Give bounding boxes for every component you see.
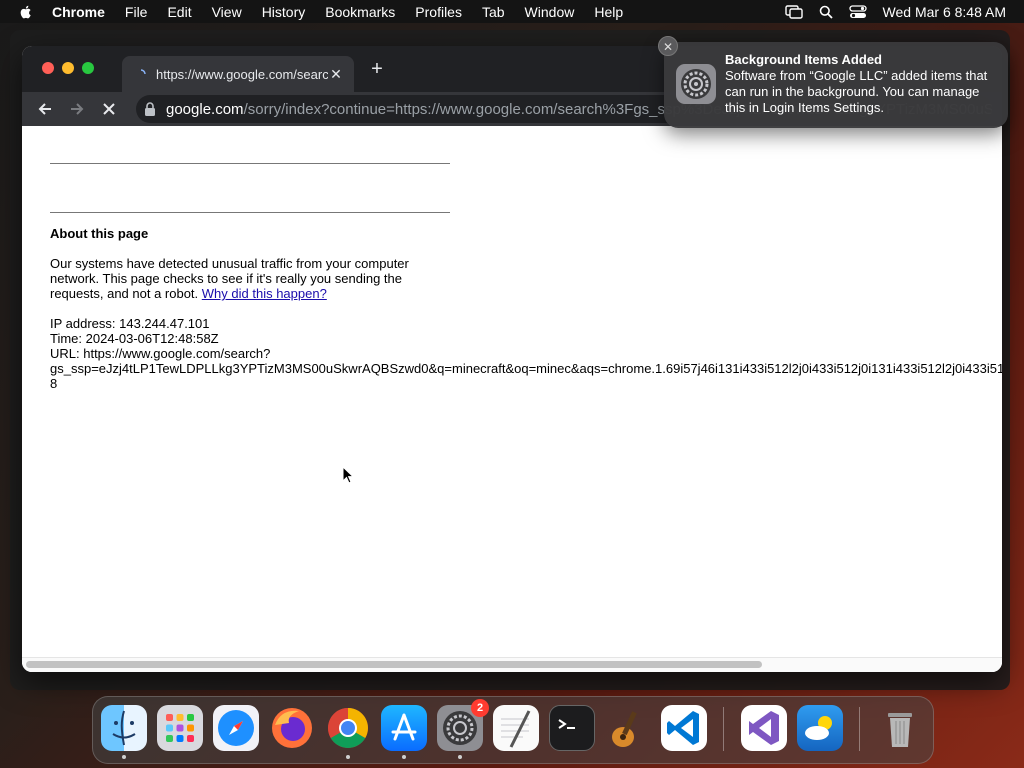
tab-close-icon[interactable]: ✕ xyxy=(328,66,344,82)
system-settings-icon[interactable]: 2 xyxy=(437,699,489,751)
finder-icon[interactable] xyxy=(101,705,147,751)
menu-edit[interactable]: Edit xyxy=(167,4,191,20)
notification-title: Background Items Added xyxy=(725,52,882,67)
menu-app-name[interactable]: Chrome xyxy=(52,4,105,20)
control-center-icon[interactable] xyxy=(848,4,867,19)
vscode-icon[interactable] xyxy=(661,705,707,751)
tab-title: https://www.google.com/search?gs_ssp= xyxy=(156,66,328,82)
trash-icon[interactable] xyxy=(877,705,923,751)
about-heading: About this page xyxy=(50,226,149,241)
running-indicator xyxy=(346,755,350,759)
notification-badge: 2 xyxy=(471,699,489,717)
window-zoom-button[interactable] xyxy=(82,62,94,74)
visual-studio-icon[interactable] xyxy=(741,705,787,751)
running-indicator xyxy=(402,755,406,759)
apple-logo-icon[interactable] xyxy=(18,4,34,20)
lock-icon[interactable] xyxy=(144,102,156,116)
menu-view[interactable]: View xyxy=(212,4,242,20)
weather-icon[interactable] xyxy=(797,705,843,751)
menu-tab[interactable]: Tab xyxy=(482,4,505,20)
notification-close-icon[interactable]: ✕ xyxy=(658,36,678,56)
stop-loading-icon[interactable] xyxy=(98,98,120,120)
menu-file[interactable]: File xyxy=(125,4,148,20)
url-host: google.com xyxy=(166,100,244,118)
forward-arrow-icon[interactable] xyxy=(66,98,88,120)
url-query: gs_ssp=eJzj4tLP1TewLDPLLkg3YPTizM3MS00uS… xyxy=(50,361,1002,376)
about-paragraph: Our systems have detected unusual traffi… xyxy=(50,256,420,301)
divider xyxy=(50,163,450,164)
notification-body: Software from “Google LLC” added items t… xyxy=(725,68,988,115)
menu-help[interactable]: Help xyxy=(594,4,623,20)
window-minimize-button[interactable] xyxy=(62,62,74,74)
tab-google-search[interactable]: https://www.google.com/search?gs_ssp= ✕ xyxy=(122,56,354,92)
dock-separator xyxy=(723,707,724,751)
loading-spinner-icon xyxy=(140,69,146,75)
menu-clock[interactable]: Wed Mar 6 8:48 AM xyxy=(883,4,1006,20)
menu-window[interactable]: Window xyxy=(525,4,575,20)
menu-history[interactable]: History xyxy=(262,4,306,20)
terminal-icon[interactable] xyxy=(549,705,595,751)
safari-icon[interactable] xyxy=(213,705,259,751)
about-section: About this page Our systems have detecte… xyxy=(50,226,1002,391)
web-page: About this page Our systems have detecte… xyxy=(22,126,1002,672)
menu-bookmarks[interactable]: Bookmarks xyxy=(325,4,395,20)
menu-bar: Chrome File Edit View History Bookmarks … xyxy=(0,0,1024,23)
textedit-icon[interactable] xyxy=(493,705,539,751)
why-did-this-happen-link[interactable]: Why did this happen? xyxy=(202,286,327,301)
menu-profiles[interactable]: Profiles xyxy=(415,4,462,20)
screen-mirroring-icon[interactable] xyxy=(784,4,803,19)
back-arrow-icon[interactable] xyxy=(34,98,56,120)
running-indicator xyxy=(458,755,462,759)
app-store-icon[interactable] xyxy=(381,705,427,751)
window-close-button[interactable] xyxy=(42,62,54,74)
chrome-icon[interactable] xyxy=(325,705,371,751)
dock-separator xyxy=(859,707,860,751)
spotlight-search-icon[interactable] xyxy=(819,5,833,19)
horizontal-scrollbar[interactable] xyxy=(22,657,1002,672)
url-tail: 8 xyxy=(50,376,58,391)
system-settings-icon xyxy=(676,64,716,104)
scrollbar-thumb[interactable] xyxy=(26,661,762,668)
mouse-cursor-icon xyxy=(342,466,354,484)
running-indicator xyxy=(122,755,126,759)
dock: 2 xyxy=(92,696,934,764)
new-tab-button[interactable]: + xyxy=(368,59,386,79)
ip-address: IP address: 143.244.47.101 xyxy=(50,316,210,331)
background-items-notification[interactable]: Background Items Added Software from “Go… xyxy=(664,42,1008,128)
divider xyxy=(50,212,450,213)
url-label: URL: https://www.google.com/search? xyxy=(50,346,271,361)
garageband-icon[interactable] xyxy=(605,705,651,751)
firefox-icon[interactable] xyxy=(269,705,315,751)
timestamp: Time: 2024-03-06T12:48:58Z xyxy=(50,331,219,346)
launchpad-icon[interactable] xyxy=(157,705,203,751)
chrome-window: https://www.google.com/search?gs_ssp= ✕ … xyxy=(22,46,1002,672)
